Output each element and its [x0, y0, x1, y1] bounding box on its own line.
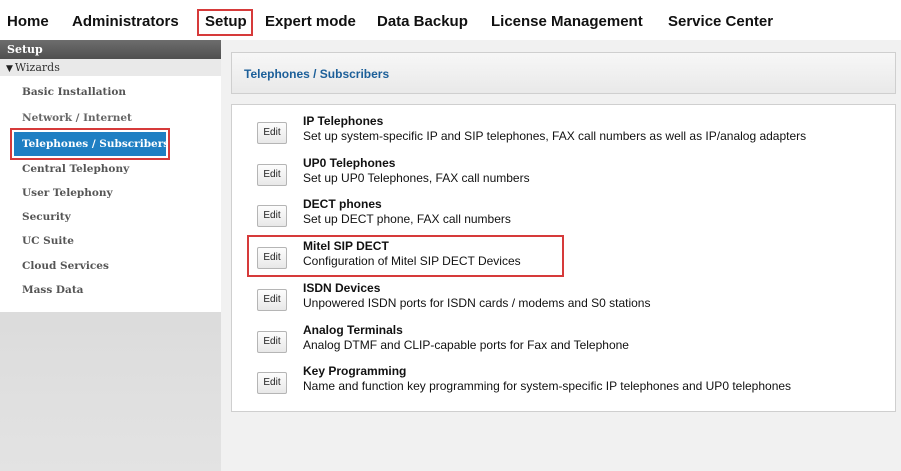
list-item-key-programming: Edit Key Programming Name and function k… [232, 359, 897, 400]
row-title: IP Telephones [303, 114, 384, 128]
row-description: Analog DTMF and CLIP-capable ports for F… [303, 338, 629, 352]
nav-license-management[interactable]: License Management [491, 12, 643, 32]
list-item-ip-telephones: Edit IP Telephones Set up system-specifi… [232, 109, 897, 150]
nav-setup-highlight [197, 9, 253, 36]
sidebar-item-mass-data[interactable]: Mass Data [0, 278, 221, 302]
list-item-mitel-sip-dect: Edit Mitel SIP DECT Configuration of Mit… [232, 234, 897, 277]
list-item-isdn-devices: Edit ISDN Devices Unpowered ISDN ports f… [232, 276, 897, 317]
sidebar-item-telephones-subscribers[interactable]: Telephones / Subscribers [10, 128, 170, 160]
sidebar-menu: ▼ Wizards Basic Installation Network / In… [0, 59, 221, 312]
sidebar-item-uc-suite[interactable]: UC Suite [0, 229, 221, 253]
nav-expert-mode[interactable]: Expert mode [265, 12, 356, 32]
top-navigation: Home Administrators Setup Expert mode Da… [0, 0, 901, 40]
row-title: ISDN Devices [303, 281, 381, 295]
row-title: Mitel SIP DECT [303, 239, 389, 253]
telephones-panel: Edit IP Telephones Set up system-specifi… [231, 104, 896, 412]
sidebar-item-security[interactable]: Security [0, 205, 221, 229]
edit-button[interactable]: Edit [257, 372, 287, 394]
row-description: Set up DECT phone, FAX call numbers [303, 212, 511, 226]
sidebar-group-wizards[interactable]: ▼ Wizards [0, 59, 221, 76]
row-description: Set up UP0 Telephones, FAX call numbers [303, 171, 530, 185]
nav-data-backup[interactable]: Data Backup [377, 12, 468, 32]
list-item-dect-phones: Edit DECT phones Set up DECT phone, FAX … [232, 192, 897, 233]
nav-service-center[interactable]: Service Center [668, 12, 773, 32]
sidebar-group-label: Wizards [14, 61, 60, 74]
sidebar: Setup ▼ Wizards Basic Installation Networ… [0, 40, 221, 471]
edit-button[interactable]: Edit [257, 331, 287, 353]
row-description: Name and function key programming for sy… [303, 379, 792, 393]
page-title: Telephones / Subscribers [244, 67, 390, 81]
main-content: Telephones / Subscribers Edit IP Telepho… [221, 40, 901, 471]
sidebar-item-cloud-services[interactable]: Cloud Services [0, 254, 221, 278]
sidebar-item-user-telephony[interactable]: User Telephony [0, 181, 221, 205]
list-item-analog-terminals: Edit Analog Terminals Analog DTMF and CL… [232, 318, 897, 359]
triangle-down-icon: ▼ [6, 64, 13, 74]
row-description: Configuration of Mitel SIP DECT Devices [303, 254, 521, 268]
sidebar-header: Setup [0, 40, 221, 59]
panel-header: Telephones / Subscribers [231, 52, 896, 94]
edit-button[interactable]: Edit [257, 289, 287, 311]
row-description: Unpowered ISDN ports for ISDN cards / mo… [303, 296, 651, 310]
row-title: DECT phones [303, 197, 382, 211]
row-title: Key Programming [303, 364, 407, 378]
row-title: Analog Terminals [303, 323, 403, 337]
sidebar-item-network-internet[interactable]: Network / Internet [0, 106, 221, 130]
edit-button[interactable]: Edit [257, 205, 287, 227]
row-title: UP0 Telephones [303, 156, 396, 170]
edit-button[interactable]: Edit [257, 247, 287, 269]
edit-button[interactable]: Edit [257, 122, 287, 144]
edit-button[interactable]: Edit [257, 164, 287, 186]
nav-home[interactable]: Home [7, 12, 49, 32]
sidebar-item-central-telephony[interactable]: Central Telephony [0, 157, 221, 181]
nav-administrators[interactable]: Administrators [72, 12, 179, 32]
sidebar-item-basic-installation[interactable]: Basic Installation [0, 80, 221, 104]
row-description: Set up system-specific IP and SIP teleph… [303, 129, 807, 143]
list-item-up0-telephones: Edit UP0 Telephones Set up UP0 Telephone… [232, 151, 897, 192]
